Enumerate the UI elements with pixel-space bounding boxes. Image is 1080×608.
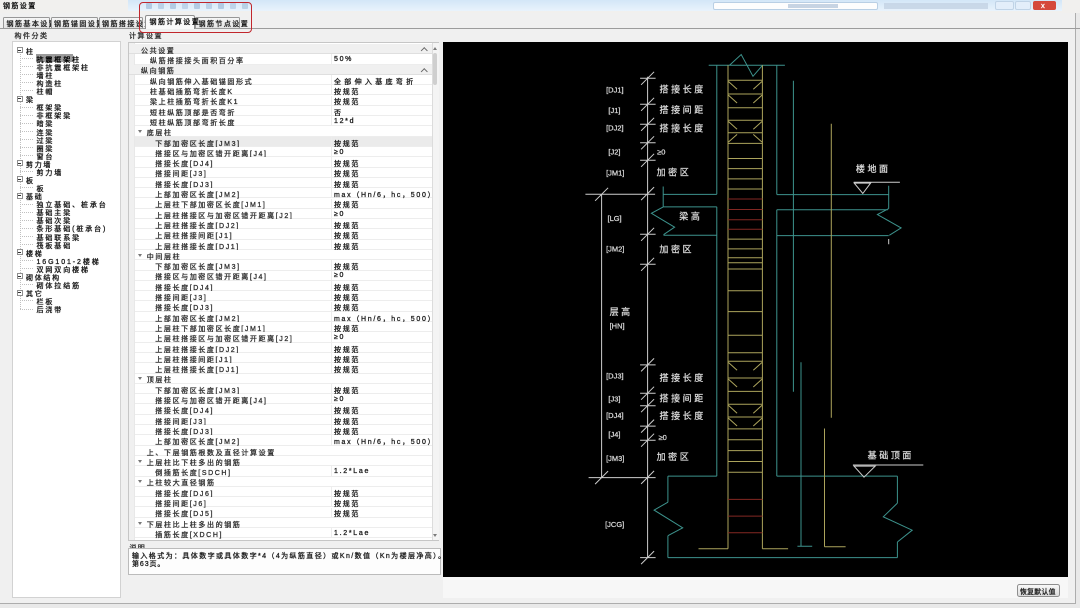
svg-text:[J3]: [J3] [609,394,621,403]
svg-text:[DJ1]: [DJ1] [606,85,623,94]
svg-text:搭接长度: 搭接长度 [660,372,706,383]
svg-text:加密区: 加密区 [657,167,692,178]
svg-text:搭接间距: 搭接间距 [660,104,706,115]
svg-text:[JM2]: [JM2] [606,244,624,253]
svg-text:[DJ2]: [DJ2] [606,124,623,133]
svg-text:[J2]: [J2] [609,148,621,157]
svg-text:[HN]: [HN] [610,322,625,331]
svg-text:搭接长度: 搭接长度 [660,410,706,421]
svg-text:[LG]: [LG] [608,214,622,223]
svg-text:[JCG]: [JCG] [605,520,624,529]
svg-text:搭接长度: 搭接长度 [660,123,706,134]
svg-text:[J1]: [J1] [609,106,621,115]
svg-text:楼地面: 楼地面 [856,163,891,174]
svg-text:≥0: ≥0 [659,433,667,442]
svg-text:≥0: ≥0 [657,148,665,157]
svg-text:加密区: 加密区 [660,244,695,255]
svg-text:[DJ3]: [DJ3] [606,372,623,381]
svg-text:[JM1]: [JM1] [606,168,624,177]
svg-text:搭接间距: 搭接间距 [660,393,706,404]
svg-text:加密区: 加密区 [657,451,692,462]
svg-text:[DJ4]: [DJ4] [606,411,623,420]
svg-text:基础顶面: 基础顶面 [868,450,914,461]
svg-text:梁高: 梁高 [680,211,703,222]
svg-text:层高: 层高 [610,306,633,317]
svg-text:[JM3]: [JM3] [606,454,624,463]
svg-text:[J4]: [J4] [609,430,621,439]
svg-text:搭接长度: 搭接长度 [660,84,706,95]
